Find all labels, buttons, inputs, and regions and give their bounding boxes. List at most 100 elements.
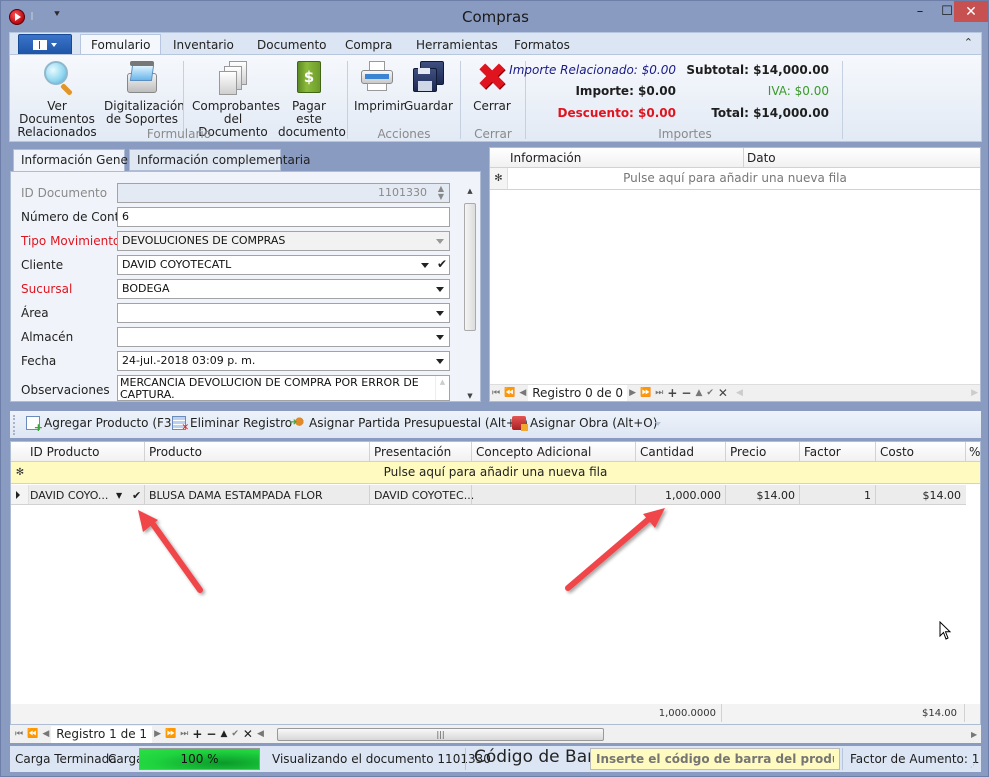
chevron-down-icon[interactable] xyxy=(436,311,444,316)
column-header-cantidad[interactable]: Cantidad xyxy=(640,445,694,459)
tab-documento[interactable]: Documento xyxy=(247,35,337,55)
sucursal-select[interactable]: BODEGA xyxy=(117,279,450,299)
resize-grip-icon[interactable]: ⋰ xyxy=(970,761,977,769)
cliente-select[interactable]: DAVID COYOTECATL ✔ xyxy=(117,255,450,275)
scroll-left-icon[interactable]: ◀ xyxy=(734,388,745,398)
column-header-producto[interactable]: Producto xyxy=(149,445,202,459)
tab-compra[interactable]: Compra xyxy=(335,35,402,55)
barcode-input[interactable] xyxy=(590,748,840,770)
cell-factor[interactable]: 1 xyxy=(864,489,871,502)
tab-herramientas[interactable]: Herramientas xyxy=(406,35,508,55)
cancel-edit-icon[interactable]: ✕ xyxy=(241,727,255,741)
area-select[interactable] xyxy=(117,303,450,323)
column-separator[interactable] xyxy=(965,442,966,462)
new-row-placeholder[interactable]: ✻ Pulse aquí para añadir una nueva fila xyxy=(11,462,980,484)
next-page-icon[interactable]: ⏩ xyxy=(638,388,653,398)
edit-record-icon[interactable]: ▲ xyxy=(693,388,704,398)
save-record-icon[interactable]: ✔ xyxy=(229,729,241,739)
column-separator[interactable] xyxy=(144,442,145,462)
cell-producto[interactable]: BLUSA DAMA ESTAMPADA FLOR xyxy=(149,489,323,502)
horizontal-scrollbar-thumb[interactable]: ||| xyxy=(277,728,604,741)
last-record-icon[interactable]: ⏭ xyxy=(178,729,190,739)
table-row[interactable]: DAVID COYO... ▼ ✔ BLUSA DAMA ESTAMPADA F… xyxy=(11,485,966,505)
column-header-informacion[interactable]: Información xyxy=(510,151,581,165)
column-separator[interactable] xyxy=(471,442,472,462)
column-separator[interactable] xyxy=(875,442,876,462)
asignar-obra-button[interactable]: Asignar Obra (Alt+O) xyxy=(512,416,657,431)
observaciones-textarea[interactable]: MERCANCIA DEVOLUCION DE COMPRA POR ERROR… xyxy=(117,375,450,401)
cell-costo[interactable]: $14.00 xyxy=(923,489,962,502)
prev-page-icon[interactable]: ⏪ xyxy=(25,729,40,739)
column-separator[interactable] xyxy=(635,442,636,462)
column-header-id-producto[interactable]: ID Producto xyxy=(30,445,100,459)
column-header-factor[interactable]: Factor xyxy=(804,445,841,459)
toolbar-overflow-icon[interactable] xyxy=(655,422,661,426)
column-header-dato[interactable]: Dato xyxy=(747,151,776,165)
column-header-costo[interactable]: Costo xyxy=(880,445,914,459)
tab-fomulario[interactable]: Fomulario xyxy=(80,34,162,56)
add-record-icon[interactable]: + xyxy=(190,727,204,741)
save-record-icon[interactable]: ✔ xyxy=(704,388,716,398)
cancel-edit-icon[interactable]: ✕ xyxy=(716,386,730,400)
imprimir-button[interactable]: Imprimir xyxy=(354,59,405,113)
spinner-icon[interactable]: ▲ ▼ xyxy=(438,185,444,201)
scroll-down-icon[interactable]: ▼ xyxy=(462,392,478,400)
chevron-down-icon[interactable] xyxy=(421,263,429,268)
column-separator[interactable] xyxy=(743,148,744,168)
minimize-button[interactable]: – xyxy=(907,1,933,22)
column-header-concepto-adicional[interactable]: Concepto Adicional xyxy=(476,445,591,459)
chevron-down-icon[interactable] xyxy=(436,359,444,364)
delete-record-icon[interactable]: − xyxy=(204,727,218,741)
last-record-icon[interactable]: ⏭ xyxy=(653,388,665,398)
row-indicator-icon[interactable] xyxy=(11,485,29,504)
eliminar-registro-button[interactable]: Eliminar Registro xyxy=(172,416,292,433)
scroll-right-icon[interactable]: ▶ xyxy=(971,730,977,739)
tab-informacion-complementaria[interactable]: Información complementaria xyxy=(129,149,311,171)
chevron-down-icon[interactable]: ▼ xyxy=(116,491,122,500)
numero-control-input[interactable]: 6 xyxy=(117,207,450,227)
chevron-down-icon[interactable] xyxy=(436,239,444,244)
checkmark-icon[interactable]: ✔ xyxy=(132,489,141,502)
scroll-up-icon[interactable]: ▲ xyxy=(462,187,478,195)
fecha-date-picker[interactable]: 24-jul.-2018 03:09 p. m. xyxy=(117,351,450,371)
next-record-icon[interactable]: ▶ xyxy=(152,729,163,739)
scroll-left-icon[interactable]: ◀ xyxy=(255,729,266,739)
column-separator[interactable] xyxy=(725,442,726,462)
edit-record-icon[interactable]: ▲ xyxy=(218,729,229,739)
first-record-icon[interactable]: ⏮ xyxy=(490,388,502,398)
delete-record-icon[interactable]: − xyxy=(679,386,693,400)
column-header-presentacion[interactable]: Presentación xyxy=(374,445,451,459)
chevron-down-icon[interactable] xyxy=(436,335,444,340)
column-header-percent[interactable]: % xyxy=(969,445,980,459)
cell-precio[interactable]: $14.00 xyxy=(757,489,796,502)
tipo-movimiento-select[interactable]: DEVOLUCIONES DE COMPRAS xyxy=(117,231,450,251)
column-separator[interactable] xyxy=(369,442,370,462)
column-separator[interactable] xyxy=(799,442,800,462)
scrollbar-thumb[interactable] xyxy=(464,203,476,331)
guardar-button[interactable]: Guardar xyxy=(404,59,453,113)
tab-inventario[interactable]: Inventario xyxy=(163,35,244,55)
next-page-icon[interactable]: ⏩ xyxy=(163,729,178,739)
prev-page-icon[interactable]: ⏪ xyxy=(502,388,517,398)
file-menu-button[interactable] xyxy=(18,34,72,55)
collapse-ribbon-icon[interactable]: ⌃ xyxy=(964,36,973,49)
chevron-down-icon[interactable] xyxy=(436,287,444,292)
scroll-right-icon[interactable]: ▶ xyxy=(969,388,980,398)
first-record-icon[interactable]: ⏮ xyxy=(13,729,25,739)
close-window-button[interactable]: ✕ xyxy=(954,1,988,22)
add-record-icon[interactable]: + xyxy=(665,386,679,400)
next-record-icon[interactable]: ▶ xyxy=(627,388,638,398)
id-documento-input[interactable]: 1101330 ▲ ▼ xyxy=(117,183,450,203)
prev-record-icon[interactable]: ◀ xyxy=(40,729,51,739)
asignar-partida-button[interactable]: Asignar Partida Presupuestal (Alt+P) xyxy=(289,416,528,430)
toolbar-grip[interactable] xyxy=(13,415,15,435)
textarea-scrollbar[interactable]: ▲▼ xyxy=(435,376,449,400)
checkmark-icon[interactable]: ✔ xyxy=(437,257,447,271)
tab-formatos[interactable]: Formatos xyxy=(504,35,580,55)
tab-informacion-general[interactable]: Información General xyxy=(13,149,143,172)
new-row-placeholder[interactable]: ✻ Pulse aquí para añadir una nueva fila xyxy=(490,168,980,190)
cell-presentacion[interactable]: DAVID COYOTEC... xyxy=(374,489,474,502)
column-header-precio[interactable]: Precio xyxy=(730,445,766,459)
left-panel-scrollbar[interactable]: ▲ ▼ xyxy=(462,187,478,400)
digitalizacion-soportes-button[interactable]: Digitalización de Soportes xyxy=(104,59,185,126)
